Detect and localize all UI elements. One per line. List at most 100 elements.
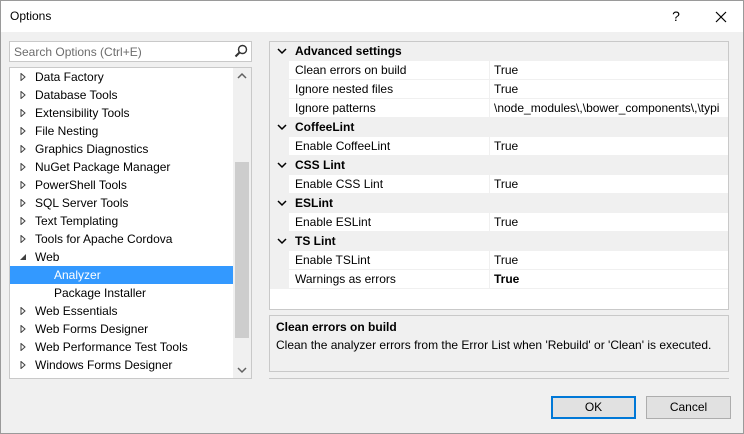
ok-button[interactable]: OK <box>551 396 636 419</box>
tree-scrollbar[interactable] <box>233 68 251 378</box>
column-divider[interactable] <box>489 80 490 99</box>
collapsed-arrow-icon[interactable] <box>19 217 27 225</box>
column-divider[interactable] <box>489 137 490 156</box>
category-row[interactable]: CoffeeLint <box>270 118 728 137</box>
category-row[interactable]: Advanced settings <box>270 42 728 61</box>
search-input[interactable] <box>10 42 230 61</box>
row-gutter <box>270 99 289 118</box>
window-title: Options <box>10 9 52 23</box>
property-value[interactable]: True <box>494 213 518 232</box>
collapsed-arrow-icon[interactable] <box>19 181 27 189</box>
property-row[interactable]: Enable CSS Lint True <box>270 175 728 194</box>
row-gutter <box>270 137 289 156</box>
category-label: TS Lint <box>295 234 336 248</box>
property-name: Ignore patterns <box>295 101 376 115</box>
tree-item-label: Windows Forms Designer <box>35 358 173 372</box>
property-value[interactable]: True <box>494 175 518 194</box>
tree-item[interactable]: PowerShell Tools <box>10 176 234 194</box>
property-row[interactable]: Enable TSLint True <box>270 251 728 270</box>
property-value[interactable]: True <box>494 61 518 80</box>
row-gutter <box>270 270 289 289</box>
expanded-arrow-icon[interactable] <box>19 253 27 261</box>
property-row[interactable]: Enable CoffeeLint True <box>270 137 728 156</box>
collapsed-arrow-icon[interactable] <box>19 307 27 315</box>
tree-item[interactable]: Web Essentials <box>10 302 234 320</box>
tree-item[interactable]: Graphics Diagnostics <box>10 140 234 158</box>
collapsed-arrow-icon[interactable] <box>19 109 27 117</box>
collapsed-arrow-icon[interactable] <box>19 91 27 99</box>
property-row[interactable]: Ignore nested files True <box>270 80 728 99</box>
description-title: Clean errors on build <box>276 320 397 334</box>
column-divider[interactable] <box>489 251 490 270</box>
category-row[interactable]: ESLint <box>270 194 728 213</box>
column-divider[interactable] <box>489 99 490 118</box>
tree-item-label: PowerShell Tools <box>35 178 127 192</box>
tree-item[interactable]: Extensibility Tools <box>10 104 234 122</box>
search-icon[interactable] <box>234 44 248 58</box>
column-divider[interactable] <box>489 175 490 194</box>
tree-item[interactable]: Web Forms Designer <box>10 320 234 338</box>
property-name: Enable TSLint <box>295 253 371 267</box>
collapsed-arrow-icon[interactable] <box>19 235 27 243</box>
category-row[interactable]: TS Lint <box>270 232 728 251</box>
tree-item[interactable]: Web Performance Test Tools <box>10 338 234 356</box>
property-name: Enable ESLint <box>295 215 372 229</box>
tree-item-label: Workflow Designer <box>35 374 135 378</box>
collapsed-arrow-icon[interactable] <box>19 145 27 153</box>
chevron-down-icon[interactable] <box>277 200 287 207</box>
column-divider[interactable] <box>489 270 490 289</box>
tree-item[interactable]: Tools for Apache Cordova <box>10 230 234 248</box>
tree-item[interactable]: File Nesting <box>10 122 234 140</box>
collapsed-arrow-icon[interactable] <box>19 199 27 207</box>
tree-item[interactable]: Analyzer <box>10 266 234 284</box>
tree-item[interactable]: Web <box>10 248 234 266</box>
search-box[interactable] <box>9 41 252 62</box>
property-value[interactable]: True <box>494 270 519 289</box>
scroll-up-button[interactable] <box>233 68 251 85</box>
tree-item-label: Web Performance Test Tools <box>35 340 188 354</box>
category-row[interactable]: CSS Lint <box>270 156 728 175</box>
category-label: Advanced settings <box>295 44 402 58</box>
property-row[interactable]: Enable ESLint True <box>270 213 728 232</box>
property-value[interactable]: True <box>494 251 518 270</box>
property-row[interactable]: Clean errors on build True <box>270 61 728 80</box>
options-tree[interactable]: Data Factory Database Tools Extensibility … <box>9 67 252 379</box>
tree-item[interactable]: Data Factory <box>10 68 234 86</box>
chevron-down-icon[interactable] <box>277 238 287 245</box>
collapsed-arrow-icon[interactable] <box>19 325 27 333</box>
collapsed-arrow-icon[interactable] <box>19 73 27 81</box>
chevron-down-icon[interactable] <box>277 162 287 169</box>
chevron-down-icon[interactable] <box>277 124 287 131</box>
close-button[interactable] <box>706 1 736 32</box>
collapsed-arrow-icon[interactable] <box>19 163 27 171</box>
tree-item[interactable]: Windows Forms Designer <box>10 356 234 374</box>
scroll-thumb[interactable] <box>235 162 249 338</box>
column-divider[interactable] <box>489 213 490 232</box>
collapsed-arrow-icon[interactable] <box>19 343 27 351</box>
property-value[interactable]: \node_modules\,\bower_components\,\typi <box>494 99 719 118</box>
collapsed-arrow-icon[interactable] <box>19 127 27 135</box>
property-name: Clean errors on build <box>295 63 407 77</box>
description-panel: Clean errors on build Clean the analyzer… <box>269 315 729 372</box>
tree-item[interactable]: Workflow Designer <box>10 374 234 378</box>
title-bar: Options ? <box>1 1 743 32</box>
help-button[interactable]: ? <box>661 1 691 32</box>
column-divider[interactable] <box>489 61 490 80</box>
property-row[interactable]: Warnings as errors True <box>270 270 728 289</box>
tree-item[interactable]: Package Installer <box>10 284 234 302</box>
tree-item-label: Analyzer <box>54 268 101 282</box>
tree-item[interactable]: SQL Server Tools <box>10 194 234 212</box>
property-grid[interactable]: Advanced settings Clean errors on build Tr… <box>269 41 729 310</box>
chevron-down-icon[interactable] <box>277 48 287 55</box>
property-value[interactable]: True <box>494 80 518 99</box>
category-label: CoffeeLint <box>295 120 355 134</box>
tree-item[interactable]: Database Tools <box>10 86 234 104</box>
cancel-button[interactable]: Cancel <box>646 396 731 419</box>
scroll-down-button[interactable] <box>233 361 251 378</box>
collapsed-arrow-icon[interactable] <box>19 361 27 369</box>
tree-item[interactable]: NuGet Package Manager <box>10 158 234 176</box>
tree-item-label: NuGet Package Manager <box>35 160 171 174</box>
property-value[interactable]: True <box>494 137 518 156</box>
property-row[interactable]: Ignore patterns \node_modules\,\bower_com… <box>270 99 728 118</box>
tree-item[interactable]: Text Templating <box>10 212 234 230</box>
